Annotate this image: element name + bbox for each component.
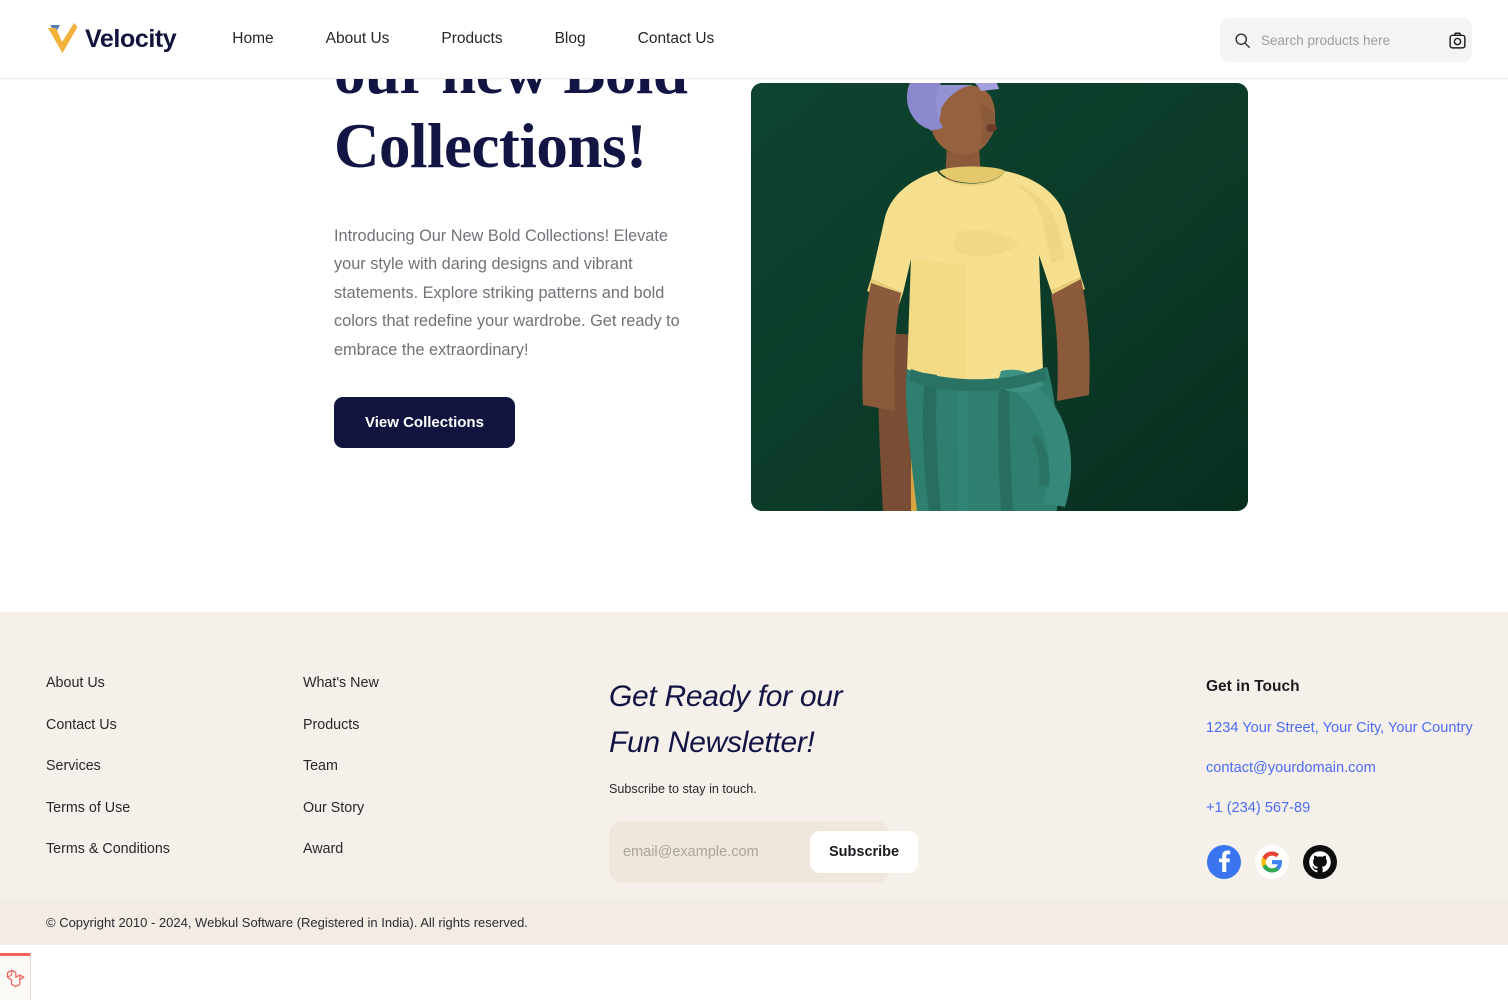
footer-link-terms-of-use[interactable]: Terms of Use xyxy=(46,800,170,816)
search-bar[interactable] xyxy=(1220,18,1472,62)
nav-item-contact-us[interactable]: Contact Us xyxy=(612,24,741,54)
nav-item-home[interactable]: Home xyxy=(232,24,299,54)
copyright-bar: © Copyright 2010 - 2024, Webkul Software… xyxy=(0,900,1508,945)
footer-link-about-us[interactable]: About Us xyxy=(46,675,170,691)
main-nav: Home About Us Products Blog Contact Us xyxy=(232,24,740,54)
newsletter-form: Subscribe xyxy=(609,821,919,884)
contact-email[interactable]: contact@yourdomain.com xyxy=(1206,760,1476,776)
footer-links: About Us Contact Us Services Terms of Us… xyxy=(46,675,379,857)
laravel-debugbar-badge[interactable] xyxy=(0,953,31,1000)
google-icon[interactable] xyxy=(1254,844,1290,880)
footer-link-terms-and-conditions[interactable]: Terms & Conditions xyxy=(46,841,170,857)
footer-link-contact-us[interactable]: Contact Us xyxy=(46,717,170,733)
nav-item-blog[interactable]: Blog xyxy=(529,24,612,54)
footer-link-products[interactable]: Products xyxy=(303,717,379,733)
brand-name: Velocity xyxy=(85,24,177,53)
camera-icon[interactable] xyxy=(1448,31,1467,50)
newsletter-title-line-1: Get Ready for our xyxy=(609,680,843,713)
footer-link-column-1: About Us Contact Us Services Terms of Us… xyxy=(46,675,170,857)
footer-link-column-2: What's New Products Team Our Story Award xyxy=(303,675,379,857)
newsletter-subtitle: Subscribe to stay in touch. xyxy=(609,782,757,797)
contact-address[interactable]: 1234 Your Street, Your City, Your Countr… xyxy=(1206,720,1476,736)
newsletter-section: Get Ready for our Fun Newsletter! Subscr… xyxy=(609,674,919,884)
github-icon[interactable] xyxy=(1302,844,1338,880)
hero-section: our new Bold Collections! Introducing Ou… xyxy=(0,79,1508,612)
facebook-icon[interactable] xyxy=(1206,844,1242,880)
nav-item-products[interactable]: Products xyxy=(415,24,528,54)
footer-link-team[interactable]: Team xyxy=(303,758,379,774)
social-links xyxy=(1206,844,1476,880)
hero-content: our new Bold Collections! Introducing Ou… xyxy=(334,79,706,449)
site-footer: About Us Contact Us Services Terms of Us… xyxy=(0,612,1508,945)
laravel-icon xyxy=(6,969,25,987)
hero-image xyxy=(751,83,1248,511)
hero-title: our new Bold Collections! xyxy=(334,79,706,184)
subscribe-button[interactable]: Subscribe xyxy=(810,831,919,874)
newsletter-email-input[interactable] xyxy=(623,844,810,861)
velocity-v-checkmark-logo-icon xyxy=(48,23,78,53)
newsletter-title: Get Ready for our Fun Newsletter! xyxy=(609,674,909,765)
contact-phone[interactable]: +1 (234) 567-89 xyxy=(1206,800,1476,816)
search-input[interactable] xyxy=(1261,32,1438,48)
search-icon xyxy=(1235,32,1250,48)
hero-model-illustration xyxy=(751,83,1248,511)
view-collections-button[interactable]: View Collections xyxy=(334,397,515,449)
hero-title-line-1: our new Bold xyxy=(334,79,688,107)
footer-link-whats-new[interactable]: What's New xyxy=(303,675,379,691)
nav-item-about-us[interactable]: About Us xyxy=(300,24,416,54)
brand-logo[interactable]: Velocity xyxy=(46,22,177,56)
copyright-text: © Copyright 2010 - 2024, Webkul Software… xyxy=(46,915,528,930)
site-header: Velocity Home About Us Products Blog Con… xyxy=(0,0,1508,79)
newsletter-title-line-2: Fun Newsletter! xyxy=(609,725,815,759)
footer-link-award[interactable]: Award xyxy=(303,841,379,857)
hero-title-line-2: Collections! xyxy=(334,111,647,182)
footer-link-services[interactable]: Services xyxy=(46,758,170,774)
contact-section: Get in Touch 1234 Your Street, Your City… xyxy=(1206,678,1476,880)
footer-link-our-story[interactable]: Our Story xyxy=(303,800,379,816)
hero-description: Introducing Our New Bold Collections! El… xyxy=(334,226,680,359)
contact-title: Get in Touch xyxy=(1206,678,1300,695)
